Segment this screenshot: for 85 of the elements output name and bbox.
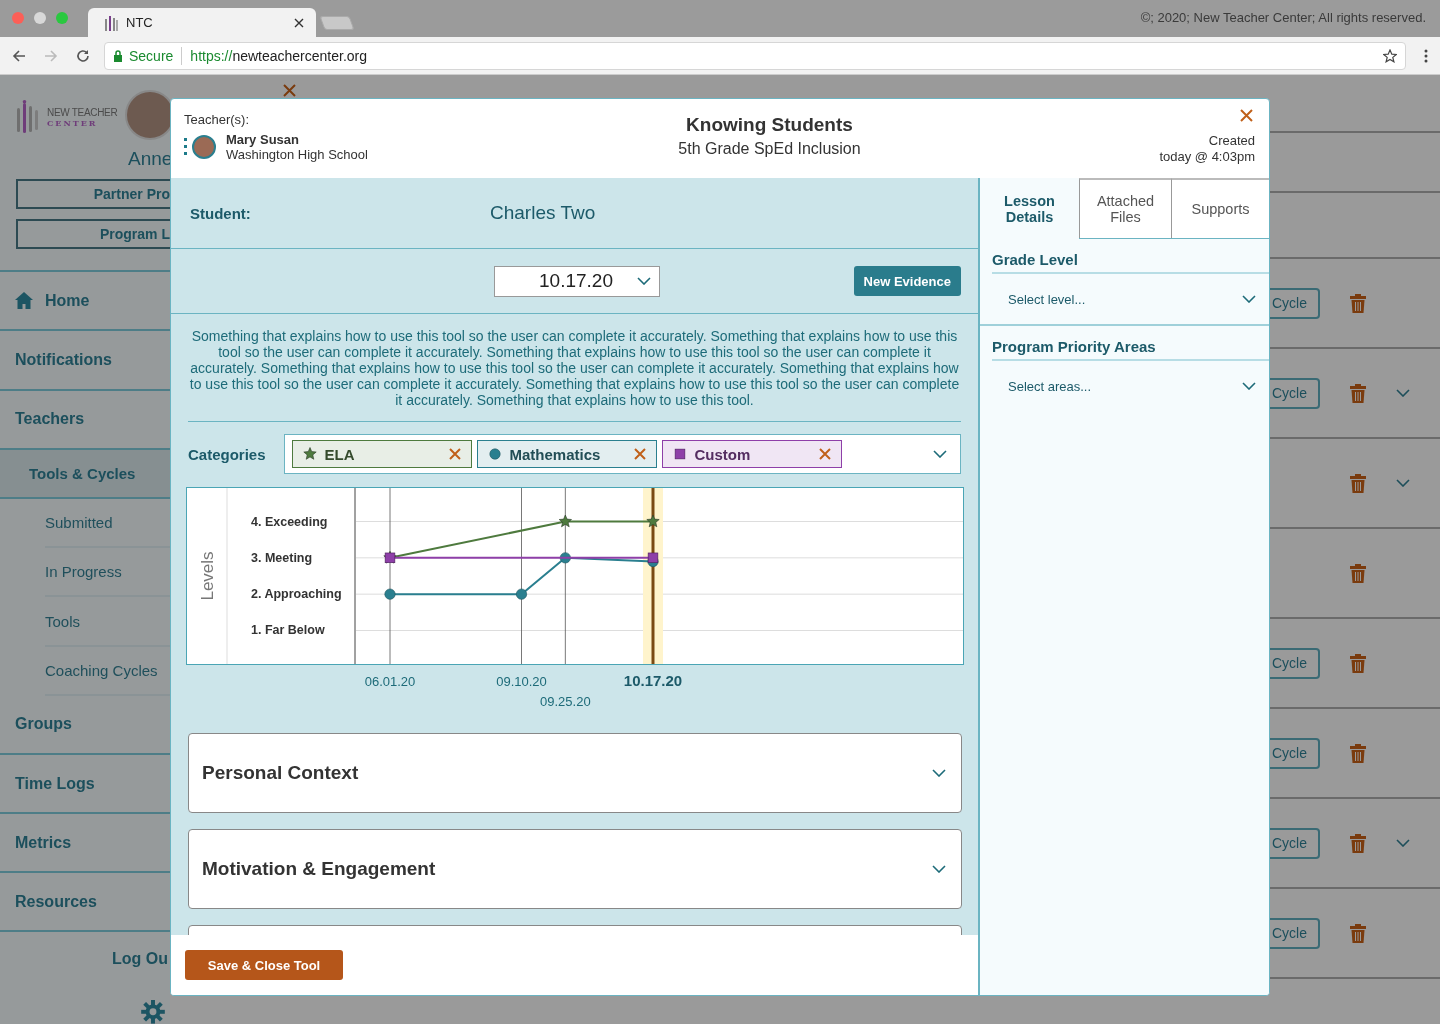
select-field[interactable]: Select level... <box>980 274 1269 324</box>
trash-icon[interactable] <box>1350 743 1366 763</box>
axis-label: 1. Far Below <box>251 623 325 638</box>
window-controls-icon[interactable] <box>12 12 68 24</box>
date-select[interactable]: 10.17.20 <box>494 265 660 297</box>
more-icon[interactable] <box>1424 48 1428 63</box>
select-field[interactable]: Select areas... <box>980 361 1269 411</box>
created-time: today @ 4:03pm <box>1159 149 1255 165</box>
chevron-down-icon[interactable] <box>932 769 946 777</box>
browser-tab[interactable]: NTC <box>88 8 316 37</box>
back-icon[interactable] <box>12 48 26 63</box>
student-label: Student: <box>190 204 252 222</box>
close-icon[interactable] <box>294 17 304 28</box>
chevron-down-icon <box>1242 295 1256 303</box>
trash-icon[interactable] <box>1350 383 1366 403</box>
chevron-down-icon[interactable] <box>1396 389 1410 397</box>
accordion-section[interactable]: Motivation & Engagement <box>188 829 962 909</box>
home-icon <box>15 292 33 310</box>
categories-field[interactable]: ELA Mathematics Custom <box>283 434 961 474</box>
logo-text: NEW TEACHER <box>47 106 118 118</box>
chevron-down-icon[interactable] <box>1396 839 1410 847</box>
chevron-down-icon <box>1242 382 1256 390</box>
chip-label: Custom <box>694 445 752 463</box>
nav-item[interactable]: Tools & Cycles <box>0 449 170 499</box>
axis-label: 3. Meeting <box>251 550 313 565</box>
axis-label: 09.25.20 <box>540 694 591 709</box>
drag-handle-icon[interactable] <box>184 138 188 156</box>
new-evidence-button[interactable]: New Evidence <box>853 266 961 296</box>
chevron-down-icon <box>637 277 651 285</box>
point <box>384 588 396 600</box>
teacher-school: Washington High School <box>226 147 368 162</box>
reload-icon[interactable] <box>76 48 90 63</box>
trash-icon[interactable] <box>1350 833 1366 853</box>
trash-icon[interactable] <box>1350 293 1366 313</box>
trash-icon[interactable] <box>1350 923 1366 943</box>
trash-icon[interactable] <box>1350 653 1366 673</box>
tab-title: NTC <box>126 15 154 30</box>
axis-label: 10.17.20 <box>623 672 683 689</box>
chevron-down-icon[interactable] <box>933 450 947 458</box>
instructions-text: Something that explains how to use this tool so the user can complete it accurately. Something that explains how to use this tool so the user can complete it accurately. Something that explains how to use this tool so the user can complete it accurately. Something that explains how to use this tool so the user can complete it accurately. Something that explains how to use this tool so the user can complete it accurately. Something that explains how to use this tool so the user can complete it accurately. Something that explains how to use this tool. <box>188 328 961 422</box>
point <box>646 514 660 528</box>
star-icon[interactable] <box>1383 48 1397 63</box>
created-label: Created <box>1207 133 1255 149</box>
chevron-down-icon[interactable] <box>932 865 946 873</box>
url-text: https://newteachercenter.org <box>190 47 369 64</box>
teacher-label: Teacher(s): <box>184 112 251 127</box>
secure-label: Secure <box>129 47 174 64</box>
copyright-text: ©; 2020; New Teacher Center; All rights reserved. <box>1140 10 1426 25</box>
logo-icon <box>104 14 118 31</box>
user-name: Anne <box>128 148 173 170</box>
avatar <box>192 135 216 159</box>
axis-title: Levels <box>198 551 217 601</box>
categories-label: Categories <box>188 445 266 463</box>
teacher-name: Mary Susan <box>226 132 300 147</box>
category-chip[interactable]: Custom <box>661 440 842 468</box>
trash-icon[interactable] <box>1350 473 1366 493</box>
category-chip[interactable]: Mathematics <box>476 440 657 468</box>
axis-label: 09.10.20 <box>496 674 547 689</box>
trash-icon[interactable] <box>1350 563 1366 583</box>
modal-title: Knowing Students <box>685 114 854 136</box>
field-label: Grade Level <box>992 251 1269 274</box>
address-bar[interactable]: Secure https://newteachercenter.org <box>104 41 1406 70</box>
chip-label: ELA <box>324 445 356 463</box>
point <box>558 514 572 528</box>
modal-subtitle: 5th Grade SpEd Inclusion <box>677 140 862 158</box>
save-close-button[interactable]: Save & Close Tool <box>185 950 343 980</box>
tab[interactable]: Supports <box>1171 178 1269 238</box>
sidebar-button[interactable]: Partner Pro <box>16 179 170 209</box>
logout-link[interactable]: Log Ou <box>0 950 170 969</box>
field-label: Program Priority Areas <box>992 338 1269 361</box>
sidebar-button[interactable]: Program L <box>16 218 170 249</box>
point <box>516 588 527 600</box>
nav-label: Home <box>45 291 90 310</box>
tab[interactable]: Attached Files <box>1079 178 1171 238</box>
chip-label: Mathematics <box>509 445 602 463</box>
student-name: Charles Two <box>490 202 596 224</box>
lock-icon <box>113 49 123 62</box>
accordion-section[interactable]: Personal Context <box>188 733 962 813</box>
chevron-down-icon[interactable] <box>1396 479 1410 487</box>
axis-label: 4. Exceeding <box>251 514 328 529</box>
axis-label: 2. Approaching <box>251 587 342 602</box>
settings-icon[interactable] <box>141 1000 165 1024</box>
category-chip[interactable]: ELA <box>291 440 472 468</box>
axis-label: 06.01.20 <box>364 674 416 689</box>
logo-text: CENTER <box>47 117 99 128</box>
